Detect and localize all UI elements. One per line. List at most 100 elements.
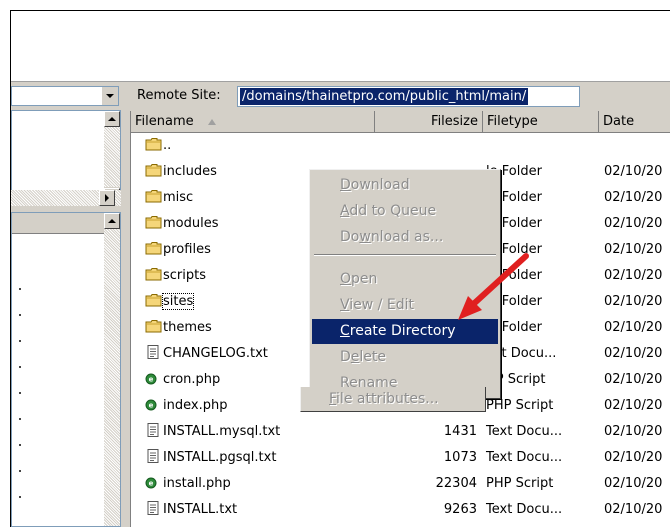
menu-item-download[interactable]: Download <box>312 173 498 198</box>
php-file-icon: e <box>145 372 163 387</box>
menu-item-view-edit[interactable]: View / Edit <box>312 293 498 318</box>
folder-icon <box>145 268 163 283</box>
file-name: CHANGELOG.txt <box>163 346 268 361</box>
file-date: 02/10/20 <box>604 164 663 179</box>
file-name: includes <box>163 164 217 179</box>
folder-icon <box>145 242 163 257</box>
text-file-icon <box>145 501 163 517</box>
file-size: 1431 <box>443 424 477 439</box>
folder-icon <box>145 294 163 309</box>
svg-text:e: e <box>149 402 154 410</box>
file-date: 02/10/20 <box>604 502 663 517</box>
local-list-header <box>12 213 104 234</box>
file-name-cell: profiles <box>145 237 211 263</box>
list-bullet <box>19 444 21 446</box>
ftp-client-window: Remote Site: /domains/thainetpro.com/pub… <box>10 10 670 527</box>
file-name: misc <box>163 190 194 205</box>
context-menu: Download Add to Queue Download as... Ope… <box>309 169 501 399</box>
remote-site-input[interactable]: /domains/thainetpro.com/public_html/main… <box>237 86 580 107</box>
file-type: Text Docu... <box>486 424 563 439</box>
column-date[interactable]: Date <box>599 111 670 132</box>
file-name-cell: .. <box>145 133 171 159</box>
file-name: modules <box>163 216 219 231</box>
remote-site-path: /domains/thainetpro.com/public_html/main… <box>240 88 529 105</box>
folder-icon <box>145 320 163 335</box>
folder-icon <box>145 138 163 153</box>
svg-text:e: e <box>149 480 154 488</box>
local-site-combo[interactable] <box>11 86 119 106</box>
file-name: cron.php <box>163 372 221 387</box>
svg-text:e: e <box>149 376 154 384</box>
file-row[interactable]: e install.php 22304 PHP Script 02/10/20 <box>131 471 670 497</box>
remote-site-label: Remote Site: <box>137 88 221 103</box>
file-name: install.php <box>163 476 231 491</box>
file-date: 02/10/20 <box>604 190 663 205</box>
file-name: INSTALL.mysql.txt <box>163 424 281 439</box>
list-bullet <box>19 340 21 342</box>
scroll-up-arrow-icon[interactable] <box>104 213 120 229</box>
file-date: 02/10/20 <box>604 294 663 309</box>
folder-icon <box>145 190 163 205</box>
message-log-area <box>11 11 670 82</box>
menu-item-delete[interactable]: Delete <box>312 345 498 370</box>
file-name: INSTALL.txt <box>163 502 238 517</box>
column-filesize-label: Filesize <box>431 114 478 129</box>
file-date: 02/10/20 <box>604 476 663 491</box>
file-date: 02/10/20 <box>604 216 663 231</box>
text-file-icon <box>145 423 163 439</box>
column-filename-label: Filename <box>135 114 194 129</box>
file-name-cell: includes <box>145 159 217 185</box>
file-name-cell: misc <box>145 185 193 211</box>
chevron-down-icon[interactable] <box>101 87 118 105</box>
list-bullet <box>19 470 21 472</box>
list-bullet <box>19 418 21 420</box>
file-name: INSTALL.pgsql.txt <box>163 450 277 465</box>
file-name: sites <box>161 293 195 310</box>
file-type: Text Docu... <box>486 450 563 465</box>
file-name-cell: e install.php <box>145 471 231 497</box>
menu-item-create-directory[interactable]: Create Directory <box>312 319 498 344</box>
menu-item-download-as[interactable]: Download as... <box>312 225 498 250</box>
php-file-icon: e <box>145 398 163 413</box>
column-filename[interactable]: Filename <box>131 111 375 132</box>
local-list-scrollbar[interactable] <box>104 213 120 526</box>
pane-splitter[interactable] <box>121 82 130 527</box>
list-bullet <box>19 288 21 290</box>
scroll-up-arrow-icon[interactable] <box>104 111 120 127</box>
file-row[interactable]: INSTALL.pgsql.txt 1073 Text Docu... 02/10/2… <box>131 445 670 471</box>
file-size: 1073 <box>443 450 477 465</box>
file-type: Text Docu... <box>486 502 563 517</box>
column-filesize[interactable]: Filesize <box>375 111 483 132</box>
file-name-cell: INSTALL.pgsql.txt <box>145 445 276 471</box>
tree-horizontal-scrollbar[interactable] <box>11 190 121 206</box>
file-date: 02/10/20 <box>604 450 663 465</box>
file-date: 02/10/20 <box>604 398 663 413</box>
file-row[interactable]: INSTALL.txt 9263 Text Docu... 02/10/20 <box>131 497 670 523</box>
file-name-cell: scripts <box>145 263 206 289</box>
menu-separator <box>314 254 496 256</box>
menu-item-file-attributes[interactable]: File attributes... <box>300 387 486 412</box>
menu-item-open[interactable]: Open <box>312 267 498 292</box>
file-row[interactable]: INSTALL.mysql.txt 1431 Text Docu... 02/10/2… <box>131 419 670 445</box>
remote-site-bar: Remote Site: /domains/thainetpro.com/pub… <box>130 85 670 109</box>
file-row[interactable]: .. <box>131 133 670 159</box>
file-name-cell: sites <box>145 289 195 315</box>
folder-icon <box>145 216 163 231</box>
file-type: PHP Script <box>486 476 554 491</box>
list-bullet <box>19 366 21 368</box>
file-date: 02/10/20 <box>604 242 663 257</box>
local-file-list[interactable] <box>11 212 121 527</box>
file-name: scripts <box>163 268 206 283</box>
file-size <box>371 133 477 159</box>
file-date: 02/10/20 <box>604 372 663 387</box>
list-bullet <box>19 314 21 316</box>
scroll-track[interactable] <box>104 127 120 187</box>
file-name: profiles <box>163 242 211 257</box>
text-file-icon <box>145 449 163 465</box>
file-name-cell: e index.php <box>145 393 227 419</box>
php-file-icon: e <box>145 476 163 491</box>
scroll-right-arrow-icon[interactable] <box>99 190 115 206</box>
sort-ascending-icon <box>207 118 216 125</box>
column-filetype[interactable]: Filetype <box>483 111 599 132</box>
menu-item-add-to-queue[interactable]: Add to Queue <box>312 199 498 224</box>
